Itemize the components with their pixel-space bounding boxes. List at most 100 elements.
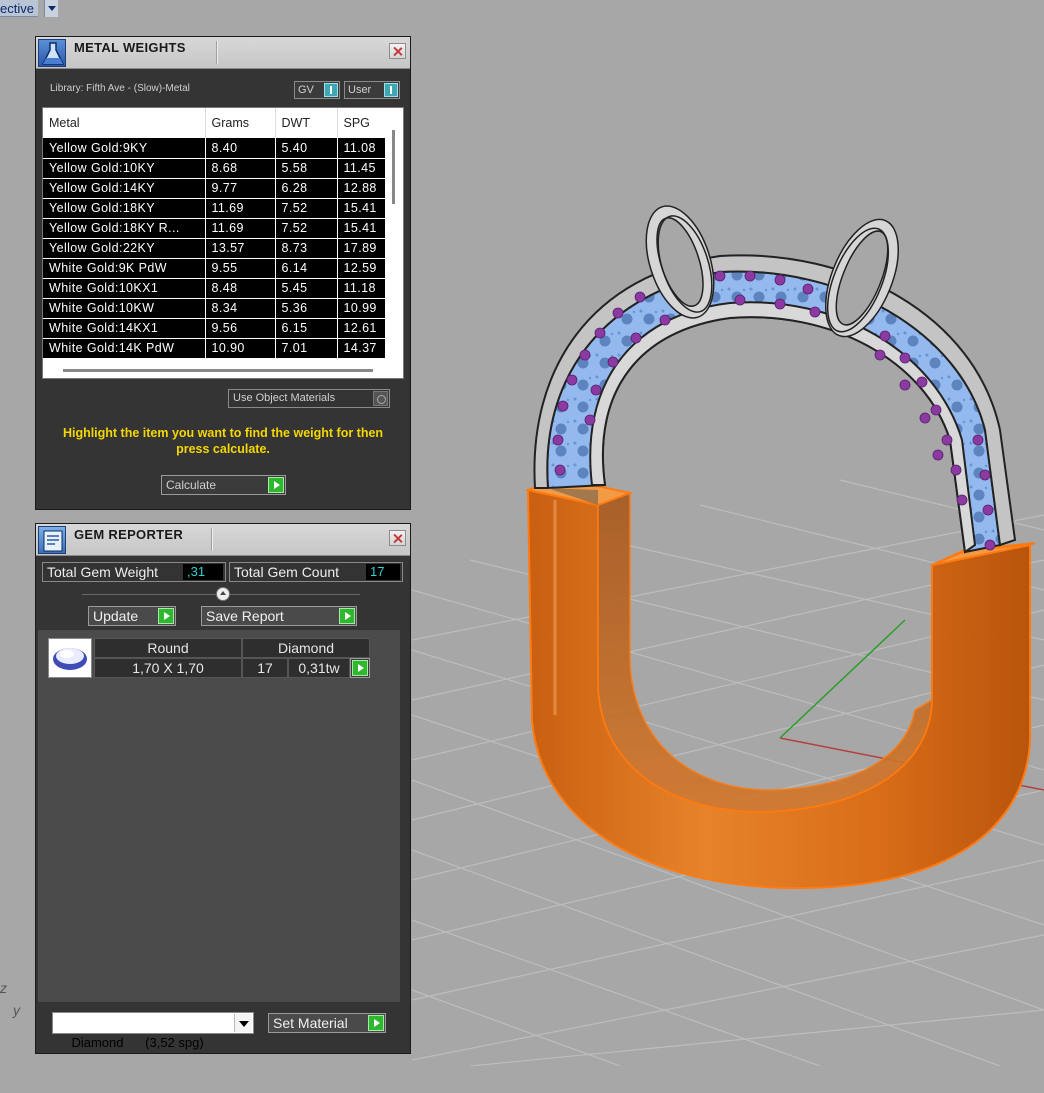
grams-cell: 8.68 [205,158,276,179]
save-report-button[interactable]: Save Report [201,606,357,626]
table-row[interactable]: White Gold:9K PdW 9.55 6.14 12.59 [43,258,388,279]
grams-cell: 9.55 [205,258,276,279]
dwt-cell: 5.40 [275,138,338,159]
metal-name-cell: Yellow Gold:9KY [43,138,206,159]
spg-cell: 12.61 [337,318,388,339]
spg-cell: 14.37 [337,338,388,359]
spg-cell: 17.89 [337,238,388,259]
metal-name-cell: White Gold:14KX1 [43,318,206,339]
save-report-label: Save Report [206,608,284,624]
grams-cell: 9.56 [205,318,276,339]
material-select-chevron-down-icon[interactable] [234,1014,252,1032]
axis-label-y: y [13,1002,20,1018]
title-divider [216,41,218,64]
metal-weights-flask-icon [38,39,66,67]
gem-size-cell: 1,70 X 1,70 [94,658,242,678]
set-material-button[interactable]: Set Material [268,1013,386,1033]
viewport-label[interactable]: ective [0,0,38,17]
round-gem-thumbnail-icon[interactable] [48,638,92,678]
dwt-cell: 6.15 [275,318,338,339]
update-button[interactable]: Update [88,606,176,626]
gem-select-play-icon [352,660,368,676]
column-header-spg[interactable]: SPG [337,108,388,138]
table-row[interactable]: Yellow Gold:9KY 8.40 5.40 11.08 [43,138,388,159]
user-toggle-knob[interactable] [384,83,398,97]
metal-name-cell: Yellow Gold:14KY [43,178,206,199]
dwt-cell: 6.14 [275,258,338,279]
dwt-cell: 5.58 [275,158,338,179]
grams-cell: 8.40 [205,138,276,159]
gem-reporter-titlebar[interactable]: GEM REPORTER [36,524,410,556]
table-row[interactable]: Yellow Gold:18KY 11.69 7.52 15.41 [43,198,388,219]
spg-cell: 15.41 [337,198,388,219]
table-row[interactable]: White Gold:14K PdW 10.90 7.01 14.37 [43,338,388,359]
y-axis-line [779,619,906,739]
ring-shank[interactable] [524,476,1036,890]
material-select[interactable]: Diamond (3,52 spg) [52,1012,254,1050]
table-row[interactable]: White Gold:10KX1 8.48 5.45 11.18 [43,278,388,299]
metal-name-cell: Yellow Gold:10KY [43,158,206,179]
column-header-metal[interactable]: Metal [43,108,206,138]
use-object-materials-dropdown-icon[interactable] [373,391,388,406]
metal-weights-title: METAL WEIGHTS [74,40,186,55]
total-gem-count-value: 17 [366,564,400,580]
table-row[interactable]: White Gold:14KX1 9.56 6.15 12.61 [43,318,388,339]
gem-weight-cell: 0,31tw [288,658,350,678]
instruction-hint: Highlight the item you want to find the … [62,426,384,456]
spg-cell: 11.08 [337,138,388,159]
use-object-materials-label: Use Object Materials [233,392,336,404]
gv-toggle[interactable]: GV [294,81,340,99]
gem-reporter-title: GEM REPORTER [74,527,184,542]
user-toggle[interactable]: User [344,81,400,99]
gem-material-cell: Diamond [242,638,370,658]
gv-toggle-label: GV [298,84,314,96]
gem-select-button[interactable] [350,658,370,678]
metal-name-cell: White Gold:14K PdW [43,338,206,359]
viewport-label-text: ective [0,1,34,16]
spg-cell: 10.99 [337,298,388,319]
table-row[interactable]: Yellow Gold:14KY 9.77 6.28 12.88 [43,178,388,199]
total-gem-weight-field: Total Gem Weight ,31 [42,562,226,582]
metal-table-vscrollbar[interactable] [385,108,403,378]
metal-table-hscroll-thumb[interactable] [63,369,373,372]
material-select-value: Diamond (3,52 spg) [71,1035,204,1050]
table-row[interactable]: Yellow Gold:18KY R... 11.69 7.52 15.41 [43,218,388,239]
grams-cell: 9.77 [205,178,276,199]
metal-name-cell: White Gold:10KX1 [43,278,206,299]
metal-name-cell: White Gold:10KW [43,298,206,319]
axis-label-z: z [0,980,7,996]
metal-table-vscroll-thumb[interactable] [392,130,395,204]
metal-table-hscrollbar[interactable] [43,366,403,378]
gv-toggle-knob[interactable] [324,83,338,97]
metal-name-cell: White Gold:9K PdW [43,258,206,279]
viewport-menu-chevron-icon[interactable] [44,0,58,17]
column-header-dwt[interactable]: DWT [275,108,338,138]
spg-cell: 12.88 [337,178,388,199]
splitter-collapse-icon[interactable] [216,587,230,601]
metal-weights-titlebar[interactable]: METAL WEIGHTS [36,37,410,69]
spg-cell: 12.59 [337,258,388,279]
table-row[interactable]: White Gold:10KW 8.34 5.36 10.99 [43,298,388,319]
gem-reporter-panel: GEM REPORTER Total Gem Weight ,31 Total … [35,523,411,1054]
grams-cell: 10.90 [205,338,276,359]
dwt-cell: 7.52 [275,198,338,219]
gem-list-area[interactable]: Round Diamond 1,70 X 1,70 17 0,31tw [38,630,400,1002]
total-gem-weight-value: ,31 [183,564,223,580]
table-row[interactable]: Yellow Gold:22KY 13.57 8.73 17.89 [43,238,388,259]
table-row[interactable]: Yellow Gold:10KY 8.68 5.58 11.45 [43,158,388,179]
grams-cell: 8.34 [205,298,276,319]
spg-cell: 15.41 [337,218,388,239]
use-object-materials-dropdown[interactable]: Use Object Materials [228,389,390,408]
dwt-cell: 6.28 [275,178,338,199]
metal-weights-close-icon[interactable] [389,43,406,59]
dwt-cell: 8.73 [275,238,338,259]
column-header-grams[interactable]: Grams [205,108,276,138]
calculate-play-icon [268,477,284,493]
dwt-cell: 5.45 [275,278,338,299]
library-label: Library: Fifth Ave - (Slow)-Metal [50,83,190,94]
spg-cell: 11.45 [337,158,388,179]
metal-table[interactable]: Metal Grams DWT SPG Yellow Gold:9KY 8.40 5… [42,107,404,379]
calculate-button[interactable]: Calculate [161,475,286,495]
metal-name-cell: Yellow Gold:22KY [43,238,206,259]
gem-reporter-close-icon[interactable] [389,530,406,546]
